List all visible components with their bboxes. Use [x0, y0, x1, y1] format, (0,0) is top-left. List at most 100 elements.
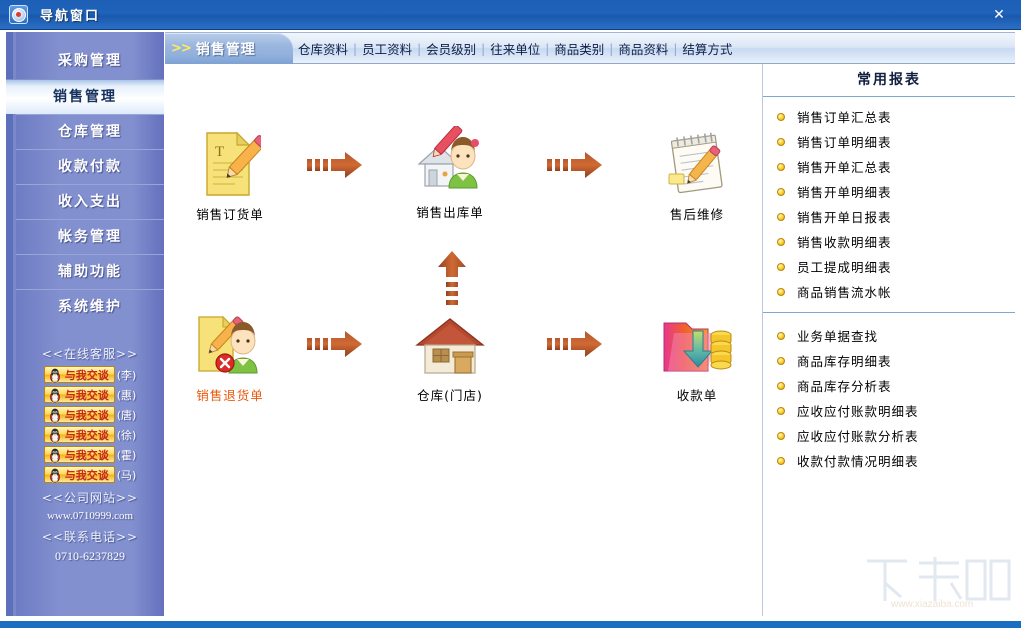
tab-warehouse-data[interactable]: 仓库资料: [293, 39, 353, 58]
report-employee-commission-detail[interactable]: 员工提成明细表: [763, 254, 1015, 279]
qq-penguin-icon: [49, 388, 60, 403]
list-item: 与我交谈 (霍): [16, 446, 164, 463]
report-receivable-payable-detail[interactable]: 应收应付账款明细表: [763, 398, 1015, 423]
report-label: 销售开单日报表: [797, 210, 892, 225]
svg-text:T: T: [215, 144, 224, 160]
tab-links: 仓库资料 | 员工资料 | 会员级别 | 往来单位 | 商品类别 | 商品资料 …: [293, 33, 737, 64]
sidebar-item-sales[interactable]: 销售管理: [6, 79, 164, 114]
sidebar-item-auxiliary[interactable]: 辅助功能: [16, 254, 164, 289]
folder-money-icon: [637, 307, 757, 379]
report-sales-invoice-detail[interactable]: 销售开单明细表: [763, 179, 1015, 204]
arrow-right-icon: [305, 329, 367, 359]
chat-button-hui[interactable]: 与我交谈: [43, 386, 115, 403]
bullet-icon: [777, 212, 785, 221]
close-button[interactable]: ✕: [977, 0, 1021, 29]
reports-panel-title: 常用报表: [763, 64, 1015, 97]
house-person-icon: [390, 124, 510, 196]
tab-strip: >> 销售管理 仓库资料 | 员工资料 | 会员级别 | 往来单位 | 商品类别…: [165, 32, 1015, 64]
report-label: 销售开单明细表: [797, 185, 892, 200]
reports-group-general: 业务单据查找 商品库存明细表 商品库存分析表 应收应付账款明细表 应收应付账款分…: [763, 312, 1015, 473]
bullet-icon: [777, 356, 785, 365]
report-inventory-detail[interactable]: 商品库存明细表: [763, 348, 1015, 373]
qq-penguin-icon: [49, 408, 60, 423]
document-person-x-icon: [170, 307, 290, 379]
chat-button-label: 与我交谈: [64, 368, 109, 382]
list-item: 与我交谈 (李): [16, 366, 164, 383]
tab-product-category[interactable]: 商品类别: [549, 39, 609, 58]
navigation-icon: [9, 5, 28, 24]
qq-penguin-icon: [49, 428, 60, 443]
sidebar-item-payments[interactable]: 收款付款: [16, 149, 164, 184]
report-sales-invoice-daily[interactable]: 销售开单日报表: [763, 204, 1015, 229]
report-sales-invoice-summary[interactable]: 销售开单汇总表: [763, 154, 1015, 179]
sidebar-item-income[interactable]: 收入支出: [16, 184, 164, 219]
node-receipt-voucher[interactable]: 收款单: [637, 307, 757, 404]
chat-button-tang[interactable]: 与我交谈: [43, 406, 115, 423]
node-after-sales[interactable]: 售后维修: [637, 126, 757, 223]
tab-employee-data[interactable]: 员工资料: [357, 39, 417, 58]
report-receivable-payable-analysis[interactable]: 应收应付账款分析表: [763, 423, 1015, 448]
sidebar-service-block: <<在线客服>> 与我交谈 (李) 与我交谈 (惠) 与我交谈 (唐) 与我交谈…: [16, 339, 164, 564]
sidebar-item-system[interactable]: 系统维护: [16, 289, 164, 324]
arrow-right-icon: [545, 329, 607, 359]
contact-phone-heading: <<联系电话>>: [41, 530, 139, 544]
list-item: 与我交谈 (唐): [16, 406, 164, 423]
chat-button-ma[interactable]: 与我交谈: [43, 466, 115, 483]
chat-button-label: 与我交谈: [64, 448, 109, 462]
sidebar-item-accounts[interactable]: 帐务管理: [16, 219, 164, 254]
tab-settlement-method[interactable]: 结算方式: [677, 39, 737, 58]
report-label: 销售收款明细表: [797, 235, 892, 250]
bullet-icon: [777, 456, 785, 465]
chat-button-xu[interactable]: 与我交谈: [43, 426, 115, 443]
report-sales-order-detail[interactable]: 销售订单明细表: [763, 129, 1015, 154]
notepad-pencil-icon: [637, 126, 757, 198]
report-payment-status-detail[interactable]: 收款付款情况明细表: [763, 448, 1015, 473]
report-label: 收款付款情况明细表: [797, 454, 919, 469]
report-label: 应收应付账款明细表: [797, 404, 919, 419]
tab-sales-management[interactable]: >> 销售管理: [165, 33, 293, 64]
sidebar-item-purchase[interactable]: 采购管理: [16, 44, 164, 79]
bullet-icon: [777, 137, 785, 146]
report-document-search[interactable]: 业务单据查找: [763, 323, 1015, 348]
arrow-up-icon: [437, 250, 467, 308]
tab-member-level[interactable]: 会员级别: [421, 39, 481, 58]
qq-penguin-icon: [49, 448, 60, 463]
house-icon: [390, 307, 510, 379]
report-label: 业务单据查找: [797, 329, 879, 344]
report-sales-order-summary[interactable]: 销售订单汇总表: [763, 104, 1015, 129]
report-inventory-analysis[interactable]: 商品库存分析表: [763, 373, 1015, 398]
agent-name: (惠): [116, 388, 137, 402]
node-sales-outbound[interactable]: 销售出库单: [390, 124, 510, 221]
chat-button-huo[interactable]: 与我交谈: [43, 446, 115, 463]
sidebar-item-warehouse[interactable]: 仓库管理: [16, 114, 164, 149]
tab-trading-unit[interactable]: 往来单位: [485, 39, 545, 58]
node-sales-order[interactable]: T 销售订货单: [170, 126, 290, 223]
navigation-window: 导航窗口 ✕ 采购管理 销售管理 仓库管理 收款付款 收入支出 帐务管理 辅助功…: [0, 0, 1021, 628]
bullet-icon: [777, 162, 785, 171]
company-website-link[interactable]: www.0710999.com: [16, 510, 164, 522]
qq-penguin-icon: [49, 368, 60, 383]
chat-button-li[interactable]: 与我交谈: [43, 366, 115, 383]
bullet-icon: [777, 237, 785, 246]
report-label: 商品库存明细表: [797, 354, 892, 369]
node-label: 仓库(门店): [417, 388, 483, 403]
node-warehouse-store[interactable]: 仓库(门店): [390, 307, 510, 404]
list-item: 与我交谈 (惠): [16, 386, 164, 403]
report-sales-receipt-detail[interactable]: 销售收款明细表: [763, 229, 1015, 254]
agent-name: (唐): [116, 408, 137, 422]
agent-name: (马): [116, 468, 137, 482]
agent-name: (霍): [116, 448, 137, 462]
report-product-sales-ledger[interactable]: 商品销售流水帐: [763, 279, 1015, 304]
agent-name: (李): [116, 368, 137, 382]
content-area: >> 销售管理 仓库资料 | 员工资料 | 会员级别 | 往来单位 | 商品类别…: [165, 32, 1015, 616]
document-pencil-icon: T: [170, 126, 290, 198]
sidebar-menu: 采购管理 销售管理 仓库管理 收款付款 收入支出 帐务管理 辅助功能 系统维护: [6, 44, 164, 324]
node-label: 售后维修: [669, 207, 724, 222]
tab-product-data[interactable]: 商品资料: [613, 39, 673, 58]
bullet-icon: [777, 262, 785, 271]
chat-button-label: 与我交谈: [64, 388, 109, 402]
reports-group-sales: 销售订单汇总表 销售订单明细表 销售开单汇总表 销售开单明细表 销售开单日报表 …: [763, 97, 1015, 304]
workflow-diagram: T 销售订货单 销售出库单 售后维修 销售退货单 仓库(门店) 收款单: [165, 64, 762, 616]
contact-phone-value: 0710-6237829: [55, 549, 125, 563]
node-sales-return[interactable]: 销售退货单: [170, 307, 290, 404]
